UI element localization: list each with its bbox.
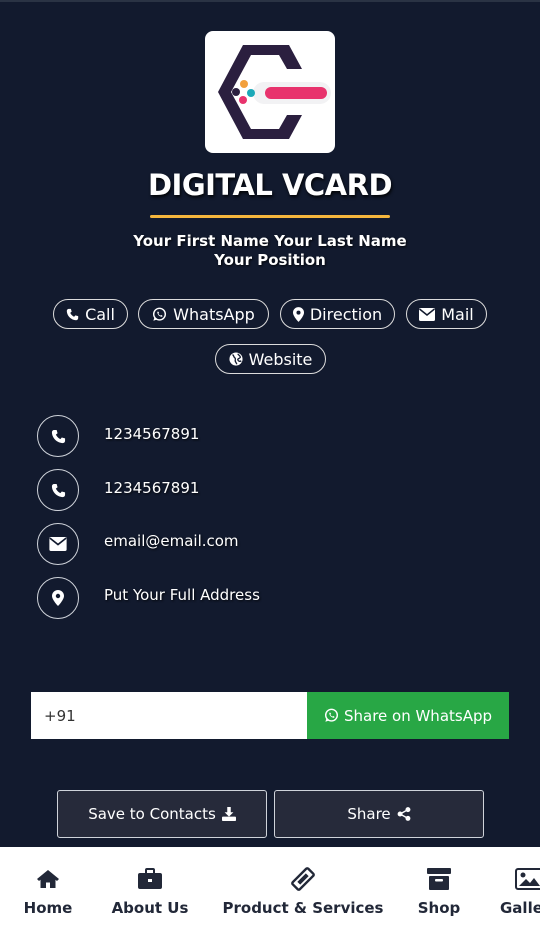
ticket-icon (291, 867, 315, 891)
home-icon (37, 870, 59, 888)
whatsapp-button[interactable]: WhatsApp (138, 299, 269, 329)
nav-products[interactable]: Product & Services (222, 847, 384, 930)
call-label: Call (85, 304, 115, 324)
bottom-nav: Home About Us Product & Services Shop Ga… (0, 847, 540, 930)
logo (205, 31, 335, 153)
briefcase-icon (138, 868, 162, 889)
email-circle[interactable] (37, 523, 79, 565)
phone1-text[interactable]: 1234567891 (104, 425, 199, 443)
whatsapp-label: WhatsApp (173, 304, 255, 324)
share-whatsapp-button[interactable]: Share on WhatsApp (307, 692, 509, 739)
nav-gallery-label: Galle (500, 899, 540, 917)
phone1-circle[interactable] (37, 415, 79, 457)
image-icon (515, 868, 540, 890)
nav-shop[interactable]: Shop (414, 847, 464, 930)
share-whatsapp-label: Share on WhatsApp (343, 706, 493, 725)
mail-button[interactable]: Mail (406, 299, 487, 329)
website-label: Website (248, 349, 313, 369)
globe-icon (229, 352, 243, 366)
phone2-circle[interactable] (37, 469, 79, 511)
download-icon (221, 807, 236, 821)
envelope-icon (49, 537, 67, 551)
nav-about-label: About Us (111, 899, 189, 917)
direction-button[interactable]: Direction (280, 299, 395, 329)
map-marker-icon (292, 306, 304, 322)
top-border (0, 0, 540, 2)
address-circle[interactable] (37, 577, 79, 619)
envelope-icon (419, 307, 436, 321)
share-icon (397, 807, 411, 821)
nav-products-label: Product & Services (222, 899, 384, 917)
mail-label: Mail (441, 304, 474, 324)
share-button[interactable]: Share (274, 790, 484, 838)
address-text[interactable]: Put Your Full Address (104, 586, 260, 604)
map-marker-icon (52, 590, 64, 606)
whatsapp-number-input[interactable] (31, 692, 307, 739)
archive-icon (427, 868, 451, 890)
share-label: Share (347, 805, 391, 823)
save-contacts-label: Save to Contacts (88, 805, 216, 823)
nav-gallery[interactable]: Galle (498, 847, 540, 930)
call-button[interactable]: Call (53, 299, 128, 329)
nav-home-label: Home (23, 899, 73, 917)
whatsapp-icon (324, 708, 338, 722)
profile-name: Your First Name Your Last Name (133, 232, 407, 250)
email-text[interactable]: email@email.com (104, 532, 239, 550)
website-button[interactable]: Website (215, 344, 326, 374)
page-title: DIGITAL VCARD (147, 168, 393, 202)
direction-label: Direction (309, 304, 383, 324)
nav-home[interactable]: Home (20, 847, 76, 930)
title-underline (150, 215, 390, 218)
nav-shop-label: Shop (417, 899, 461, 917)
phone-icon (51, 429, 65, 443)
save-contacts-button[interactable]: Save to Contacts (57, 790, 267, 838)
whatsapp-icon (153, 307, 167, 321)
phone2-text[interactable]: 1234567891 (104, 479, 199, 497)
phone-icon (51, 483, 65, 497)
phone-icon (66, 308, 79, 320)
profile-position: Your Position (214, 251, 326, 269)
nav-about[interactable]: About Us (108, 847, 192, 930)
